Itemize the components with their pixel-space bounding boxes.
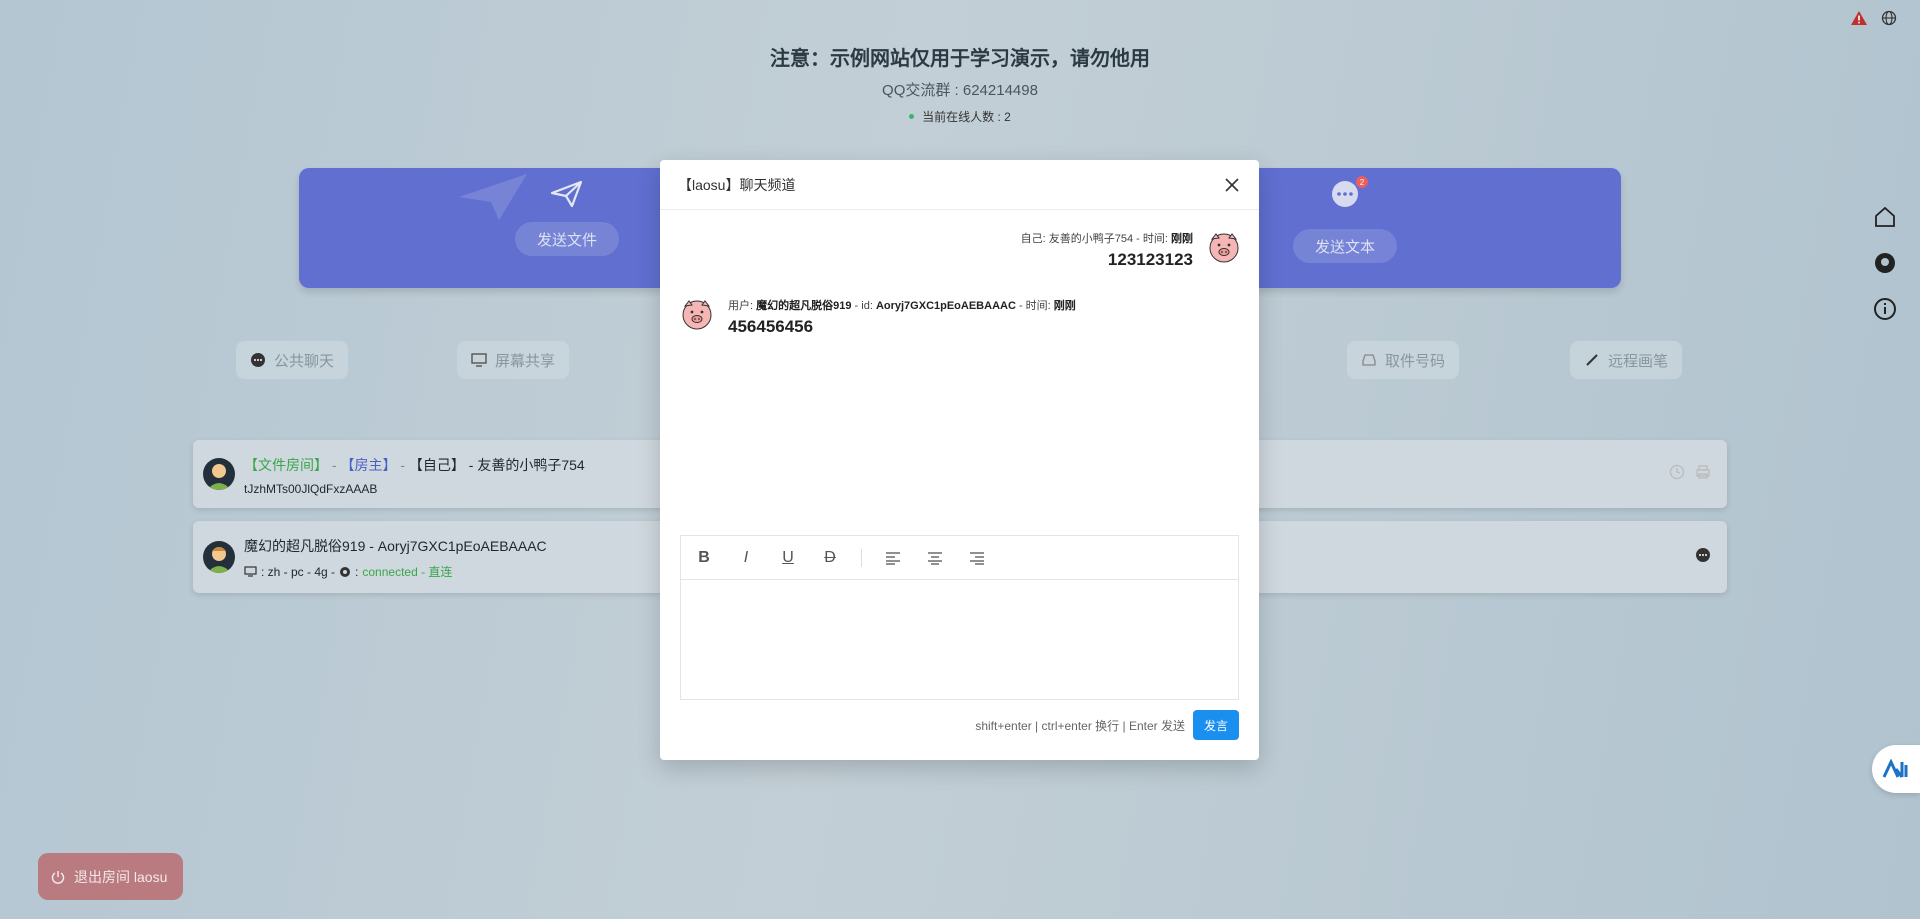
send-text-button[interactable]: 发送文本: [1293, 229, 1397, 263]
brush-icon: [1586, 354, 1598, 366]
chat-bubble-icon: [1332, 181, 1358, 207]
meta-sep: - id:: [851, 300, 876, 312]
user-name: - 友善的小鸭子754: [468, 457, 585, 473]
online-count-text: 当前在线人数 : 2: [922, 110, 1011, 124]
card-title: 【文件房间】 - 【房主】 - 【自己】 - 友善的小鸭子754: [244, 455, 585, 475]
clock-icon[interactable]: [1669, 464, 1685, 480]
message-input[interactable]: [681, 580, 1238, 700]
printer-icon[interactable]: [1695, 464, 1711, 480]
bold-button[interactable]: B: [693, 547, 715, 569]
send-file-area: 发送文件: [515, 180, 619, 256]
home-icon[interactable]: [1873, 205, 1897, 229]
pickup-code-label: 取件号码: [1385, 352, 1446, 370]
side-toolbar: [1873, 205, 1897, 321]
paper-plane-icon: [550, 180, 583, 208]
peer-device-info: : zh - pc - 4g -: [261, 564, 336, 579]
inbox-icon: [1362, 354, 1376, 366]
room-tag: 【文件房间】: [244, 457, 328, 473]
card-actions: [1669, 464, 1711, 480]
message-body: 自己: 友善的小鸭子754 - 时间: 刚刚 123123123: [1021, 230, 1193, 270]
separator: -: [331, 457, 337, 473]
meta-time: 刚刚: [1171, 233, 1193, 245]
notice-header: 注意：示例网站仅用于学习演示，请勿他用 QQ交流群 : 624214498 当前…: [0, 42, 1920, 125]
pig-avatar-icon: [682, 300, 712, 330]
top-right-toolbar: [1850, 9, 1898, 27]
peer-info: : zh - pc - 4g - : connected - 直连: [244, 563, 452, 580]
send-text-area: 2 发送文本: [1293, 176, 1397, 263]
message-text: 123123123: [1107, 250, 1193, 269]
toolbar-divider: [861, 548, 862, 567]
meta-prefix: 自己: 友善的小鸭子754 - 时间:: [1020, 233, 1171, 245]
meta-sep: - 时间:: [1015, 300, 1054, 312]
chat-bubble-wrap: 2: [1330, 176, 1368, 215]
owner-tag: 【房主】: [340, 457, 397, 473]
network-icon: [340, 566, 351, 577]
meta-id: Aoryj7GXC1pEoAEBAAAC: [875, 300, 1016, 312]
underline-button[interactable]: U: [777, 547, 799, 569]
italic-button[interactable]: I: [735, 547, 757, 569]
qq-group-text: QQ交流群 : 624214498: [882, 82, 1038, 99]
peer-colon: :: [355, 564, 359, 579]
self-tag: 【自己】: [408, 457, 465, 473]
chat-dialog: 【laosu】聊天频道 自己: 友善的小鸭子754 - 时间: 刚刚 12312…: [660, 160, 1259, 760]
message-text: 456456456: [728, 317, 814, 336]
info-icon[interactable]: [1873, 297, 1897, 321]
meta-user: 魔幻的超凡脱俗919: [756, 300, 852, 312]
public-chat-button[interactable]: 公共聊天: [236, 341, 349, 379]
remote-brush-button[interactable]: 远程画笔: [1570, 341, 1683, 379]
screen-share-label: 屏幕共享: [495, 352, 556, 370]
ai-logo-icon: [1882, 759, 1908, 778]
meta-time: 刚刚: [1053, 300, 1076, 312]
strikethrough-button[interactable]: D: [819, 547, 841, 569]
remote-brush-label: 远程画笔: [1608, 352, 1669, 370]
screen-icon: [471, 353, 487, 367]
message-editor: B I U D: [680, 535, 1239, 700]
card-actions: [1695, 547, 1711, 563]
connection-status: connected - 直连: [362, 565, 453, 579]
ai-assistant-button[interactable]: [1872, 745, 1920, 793]
send-file-button[interactable]: 发送文件: [515, 222, 619, 256]
pickup-code-button[interactable]: 取件号码: [1347, 341, 1460, 379]
peer-title: 魔幻的超凡脱俗919 - Aoryj7GXC1pEoAEBAAAC: [244, 538, 547, 554]
chat-message-peer: 用户: 魔幻的超凡脱俗919 - id: Aoryj7GXC1pEoAEBAAA…: [680, 297, 1076, 337]
message-body: 用户: 魔幻的超凡脱俗919 - id: Aoryj7GXC1pEoAEBAAA…: [728, 297, 1076, 337]
message-meta: 自己: 友善的小鸭子754 - 时间: 刚刚: [1021, 230, 1193, 246]
separator: -: [400, 457, 406, 473]
public-chat-label: 公共聊天: [274, 352, 335, 370]
message-meta: 用户: 魔幻的超凡脱俗919 - id: Aoryj7GXC1pEoAEBAAA…: [728, 297, 1076, 313]
user-id: tJzhMTs00JlQdFxzAAAB: [244, 482, 378, 496]
pig-avatar-icon: [1209, 233, 1239, 263]
chat-icon: [251, 353, 265, 367]
dialog-footer: shift+enter | ctrl+enter 换行 | Enter 发送 发…: [975, 710, 1239, 740]
align-right-icon[interactable]: [966, 547, 988, 569]
send-button[interactable]: 发言: [1193, 710, 1239, 740]
align-center-icon[interactable]: [924, 547, 946, 569]
warning-icon[interactable]: [1850, 9, 1868, 27]
online-count: 当前在线人数 : 2: [0, 108, 1920, 125]
chat-message-self: 自己: 友善的小鸭子754 - 时间: 刚刚 123123123: [1021, 230, 1241, 270]
notice-title: 注意：示例网站仅用于学习演示，请勿他用: [770, 48, 1150, 70]
dialog-title: 【laosu】聊天频道: [678, 176, 796, 193]
meta-prefix: 用户:: [728, 300, 757, 312]
align-left-icon[interactable]: [882, 547, 904, 569]
editor-toolbar: B I U D: [681, 536, 1238, 580]
close-icon[interactable]: [1223, 176, 1241, 194]
exit-room-label: 退出房间 laosu: [74, 868, 168, 885]
user-avatar: [203, 458, 235, 490]
keyboard-hint: shift+enter | ctrl+enter 换行 | Enter 发送: [975, 718, 1185, 733]
online-dot: [909, 114, 915, 119]
power-icon: [51, 870, 65, 884]
pc-icon: [244, 566, 257, 577]
github-icon[interactable]: [1873, 251, 1897, 275]
dialog-header: 【laosu】聊天频道: [660, 160, 1259, 210]
unread-badge: 2: [1356, 176, 1368, 188]
chat-icon[interactable]: [1695, 547, 1711, 563]
globe-icon[interactable]: [1880, 9, 1898, 27]
user-avatar: [203, 541, 235, 573]
screen-share-button[interactable]: 屏幕共享: [457, 341, 570, 379]
exit-room-button[interactable]: 退出房间 laosu: [38, 853, 183, 900]
